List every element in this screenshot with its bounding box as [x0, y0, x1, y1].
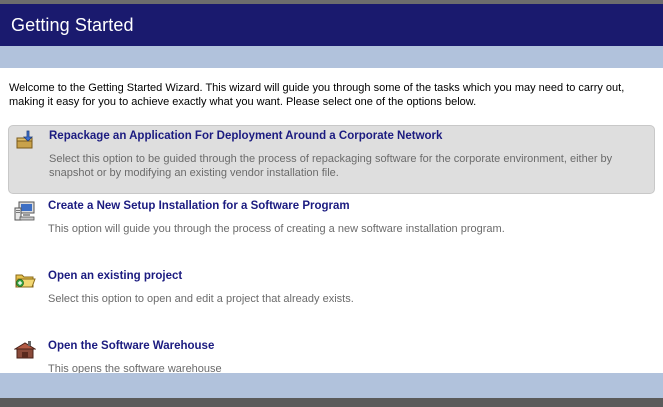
footer-stripe [0, 373, 663, 398]
option-open-project-description: Select this option to open and edit a pr… [48, 293, 354, 305]
option-repackage-description: Select this option to be guided through … [49, 153, 613, 179]
option-software-warehouse[interactable]: Open the Software Warehouse This opens t… [8, 336, 655, 373]
option-create-setup-title[interactable]: Create a New Setup Installation for a So… [48, 200, 350, 212]
option-open-project[interactable]: Open an existing project Select this opt… [8, 266, 655, 316]
page-title: Getting Started [11, 15, 134, 35]
intro-text: Welcome to the Getting Started Wizard. T… [9, 82, 625, 108]
option-open-project-title[interactable]: Open an existing project [48, 270, 182, 282]
option-software-warehouse-title[interactable]: Open the Software Warehouse [48, 340, 214, 352]
option-create-setup-description: This option will guide you through the p… [48, 223, 505, 235]
option-create-setup[interactable]: Create a New Setup Installation for a So… [8, 196, 655, 246]
open-folder-icon [14, 270, 36, 290]
header-stripe [0, 46, 663, 68]
options-panel: Welcome to the Getting Started Wizard. T… [0, 68, 663, 373]
repackage-icon [15, 130, 37, 150]
option-repackage[interactable]: Repackage an Application For Deployment … [8, 125, 655, 194]
computer-setup-icon [14, 200, 36, 221]
option-software-warehouse-description: This opens the software warehouse [48, 363, 222, 373]
window-bottom-edge [0, 398, 663, 407]
header-banner: Getting Started [0, 4, 663, 46]
warehouse-icon [13, 340, 37, 360]
option-repackage-title[interactable]: Repackage an Application For Deployment … [49, 130, 442, 142]
